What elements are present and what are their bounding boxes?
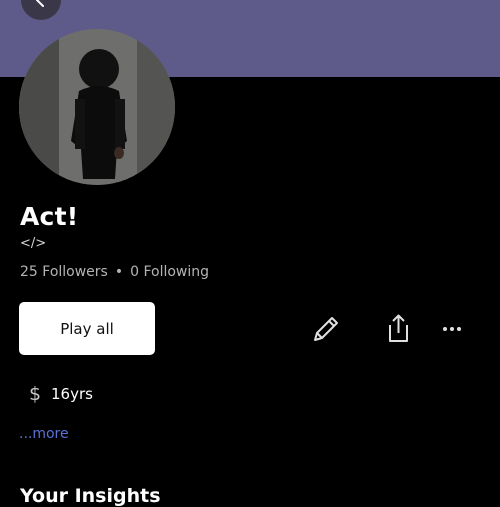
price-text: 16yrs (51, 385, 93, 403)
pencil-icon (314, 317, 338, 341)
avatar-photo (19, 29, 175, 185)
ellipsis-icon (443, 327, 461, 331)
avatar[interactable] (19, 29, 175, 185)
stats-separator: • (114, 264, 124, 280)
followers-count[interactable]: 25 Followers (20, 264, 108, 280)
share-icon (389, 314, 408, 342)
more-link[interactable]: ...more (19, 426, 69, 442)
more-button[interactable] (435, 312, 469, 346)
following-count[interactable]: 0 Following (130, 264, 209, 280)
share-button[interactable] (378, 312, 412, 346)
play-all-button[interactable]: Play all (19, 302, 155, 355)
dollar-icon: $ (29, 383, 42, 405)
follow-stats: 25 Followers • 0 Following (20, 264, 209, 280)
profile-name: Act! (20, 202, 79, 231)
chevron-left-icon (36, 0, 44, 7)
price-row: $ 16yrs (29, 383, 93, 405)
insights-heading: Your Insights (20, 485, 161, 507)
edit-button[interactable] (309, 312, 343, 346)
profile-handle: </> (20, 236, 47, 251)
